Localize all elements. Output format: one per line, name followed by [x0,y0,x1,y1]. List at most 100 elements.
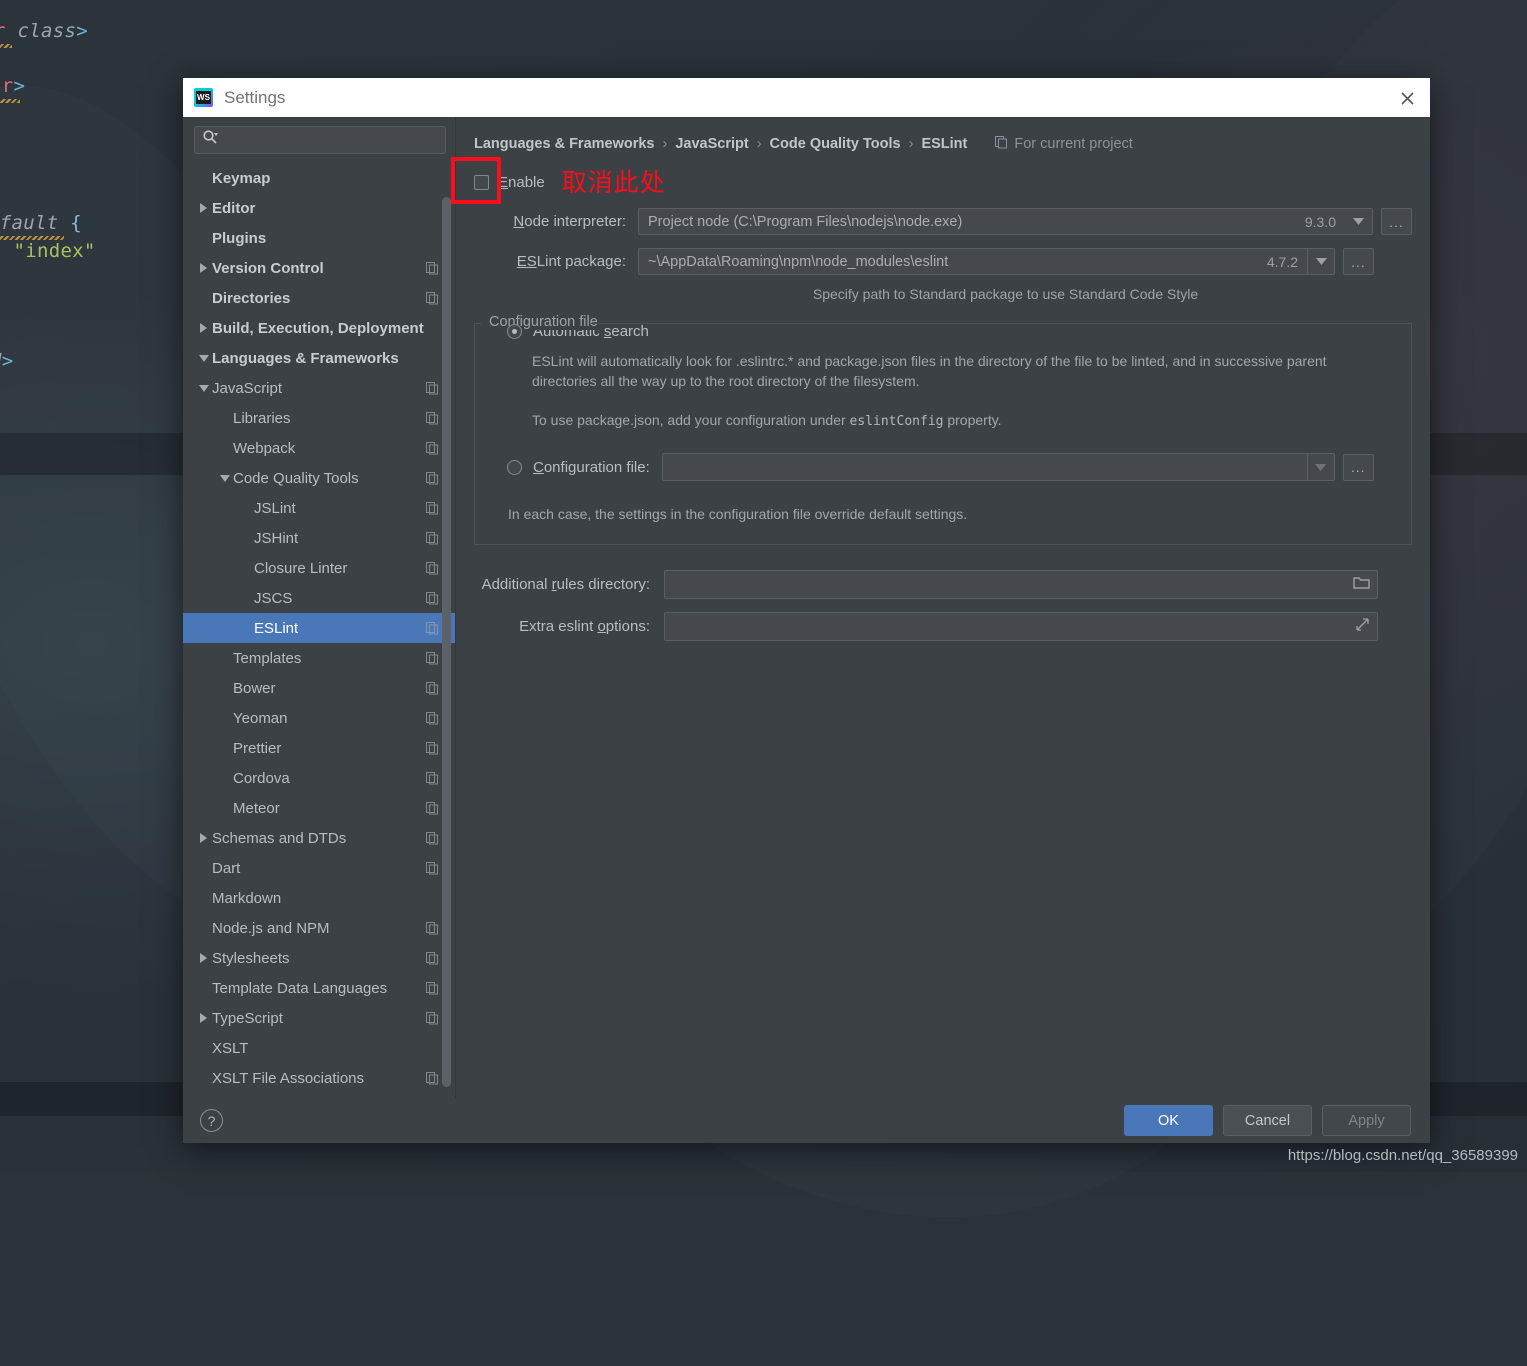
package-note-after: property. [943,412,1002,429]
node-interpreter-browse-button[interactable]: ... [1381,208,1412,235]
copy-icon [426,921,439,935]
copy-icon [426,261,439,275]
configuration-file-radio[interactable] [507,459,522,475]
sidebar-item-closure-linter[interactable]: Closure Linter [183,553,455,583]
sidebar-item-code-quality-tools[interactable]: Code Quality Tools [183,463,455,493]
configuration-file-combo[interactable] [661,453,1335,482]
sidebar-item-plugins[interactable]: Plugins [183,223,455,253]
sidebar-item-xslt[interactable]: XSLT [183,1033,455,1063]
red-annotation-text: 取消此处 [561,167,666,197]
extra-eslint-options-label: Extra eslint options: [474,618,650,635]
ok-button[interactable]: OK [1124,1105,1213,1136]
sidebar-item-editor[interactable]: Editor [183,193,455,223]
sidebar-item-xslt-file-associations[interactable]: XSLT File Associations [183,1063,455,1093]
dialog-buttons: OK Cancel Apply [1124,1105,1411,1136]
package-note-code: eslintConfig [849,414,944,430]
configuration-file-label: Configuration file: [533,459,650,476]
chevron-down-icon[interactable] [216,474,233,482]
sidebar-item-templates[interactable]: Templates [183,643,455,673]
chevron-down-icon[interactable] [1307,249,1334,274]
chevron-right-icon[interactable] [195,323,212,333]
sidebar-item-label: JSLint [254,499,296,517]
sidebar-item-label: XSLT File Associations [212,1069,365,1087]
sidebar-item-prettier[interactable]: Prettier [183,733,455,763]
sidebar-item-keymap[interactable]: Keymap [183,163,455,193]
chevron-down-icon[interactable] [195,384,212,392]
breadcrumb-item-3[interactable]: ESLint [921,136,967,152]
copy-icon [426,681,439,695]
chevron-down-icon[interactable] [195,354,212,362]
sidebar-item-libraries[interactable]: Libraries [183,403,455,433]
eslint-package-browse-button[interactable]: ... [1343,248,1374,275]
chevron-right-icon[interactable] [195,953,212,963]
apply-button[interactable]: Apply [1322,1105,1411,1136]
configuration-file-row: Configuration file: ... [475,453,1411,482]
additional-rules-directory-input[interactable] [664,570,1378,600]
sidebar-item-label: Code Quality Tools [233,469,359,487]
eslint-package-combo[interactable]: ~\AppData\Roaming\npm\node_modules\eslin… [638,248,1335,275]
copy-icon [426,561,439,575]
automatic-search-label-b: earch [611,323,649,340]
chevron-down-icon[interactable] [1306,454,1334,481]
sidebar-item-version-control[interactable]: Version Control [183,253,455,283]
sidebar-item-webpack[interactable]: Webpack [183,433,455,463]
close-icon[interactable] [1393,86,1421,110]
chevron-down-icon[interactable] [1345,209,1372,234]
sidebar-item-cordova[interactable]: Cordova [183,763,455,793]
search-container [183,126,455,160]
automatic-search-row: Automatic search [475,323,1411,340]
expand-icon[interactable] [1355,617,1370,637]
chevron-right-icon[interactable] [195,203,212,213]
search-input[interactable] [222,131,438,149]
sidebar-item-jshint[interactable]: JSHint [183,523,455,553]
configuration-file-browse-button[interactable]: ... [1342,453,1374,481]
sidebar-item-bower[interactable]: Bower [183,673,455,703]
breadcrumb-item-2[interactable]: Code Quality Tools [770,136,901,152]
copy-icon [426,711,439,725]
sidebar-item-jscs[interactable]: JSCS [183,583,455,613]
sidebar-item-meteor[interactable]: Meteor [183,793,455,823]
sidebar-item-stylesheets[interactable]: Stylesheets [183,943,455,973]
help-icon[interactable]: ? [200,1109,223,1132]
error-squiggle [0,99,20,103]
sidebar-item-javascript[interactable]: JavaScript [183,373,455,403]
copy-icon [426,771,439,785]
enable-checkbox[interactable] [474,174,489,190]
sidebar-item-markdown[interactable]: Markdown [183,883,455,913]
sidebar-item-jslint[interactable]: JSLint [183,493,455,523]
node-interpreter-label: Node interpreter: [474,213,626,230]
sidebar-item-node-js-and-npm[interactable]: Node.js and NPM [183,913,455,943]
breadcrumb: Languages & Frameworks › JavaScript › Co… [474,133,1412,155]
node-interpreter-version: 9.3.0 [1304,213,1336,230]
chevron-right-icon[interactable] [195,833,212,843]
error-squiggle [0,44,12,48]
sidebar-item-dart[interactable]: Dart [183,853,455,883]
sidebar-item-template-data-languages[interactable]: Template Data Languages [183,973,455,1003]
sidebar-item-label: JSCS [254,589,293,607]
breadcrumb-item-0[interactable]: Languages & Frameworks [474,136,655,152]
automatic-search-description: ESLint will automatically look for .esli… [532,353,1327,390]
node-interpreter-value: Project node (C:\Program Files\nodejs\no… [648,213,963,230]
breadcrumb-item-1[interactable]: JavaScript [675,136,748,152]
sidebar-item-schemas-and-dtds[interactable]: Schemas and DTDs [183,823,455,853]
sidebar-item-typescript[interactable]: TypeScript [183,1003,455,1033]
sidebar-item-eslint[interactable]: ESLint [183,613,455,643]
folder-icon[interactable] [1353,575,1370,595]
sidebar-item-languages-frameworks[interactable]: Languages & Frameworks [183,343,455,373]
sidebar-scrollbar-thumb[interactable] [442,197,451,1087]
sidebar-scrollbar-track[interactable] [442,155,453,1092]
chevron-right-icon[interactable] [195,1013,212,1023]
sidebar-item-yeoman[interactable]: Yeoman [183,703,455,733]
search-box[interactable] [194,126,446,154]
automatic-search-radio[interactable] [507,324,522,339]
copy-icon [426,651,439,665]
sidebar-item-label: TypeScript [212,1009,283,1027]
extra-eslint-options-input[interactable] [664,612,1378,642]
node-interpreter-row: Node interpreter: Project node (C:\Progr… [474,208,1412,235]
eslint-package-label: ESLint package: [474,253,626,270]
chevron-right-icon[interactable] [195,263,212,273]
cancel-button[interactable]: Cancel [1223,1105,1312,1136]
node-interpreter-combo[interactable]: Project node (C:\Program Files\nodejs\no… [638,208,1373,235]
sidebar-item-build-execution-deployment[interactable]: Build, Execution, Deployment [183,313,455,343]
sidebar-item-directories[interactable]: Directories [183,283,455,313]
